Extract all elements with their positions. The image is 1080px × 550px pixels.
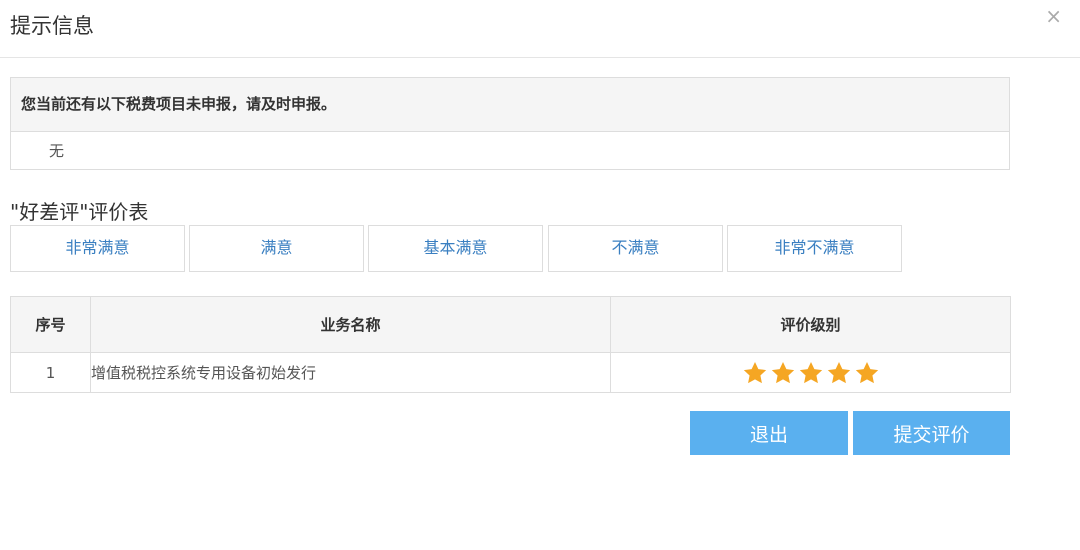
column-header-name: 业务名称 (90, 296, 611, 353)
notice-content: 无 (49, 142, 65, 160)
column-header-rating: 评价级别 (610, 296, 1011, 353)
row-index: 1 (10, 352, 91, 393)
rating-option-basically-satisfied[interactable]: 基本满意 (368, 225, 543, 272)
row-business-name: 增值税税控系统专用设备初始发行 (90, 352, 611, 393)
rating-option-satisfied[interactable]: 满意 (189, 225, 364, 272)
rating-option-very-dissatisfied[interactable]: 非常不满意 (727, 225, 902, 272)
table-header-row: 序号 业务名称 评价级别 (10, 296, 1011, 353)
close-icon[interactable]: × (1045, 6, 1062, 26)
rating-option-very-satisfied[interactable]: 非常满意 (10, 225, 185, 272)
rating-form-title: "好差评"评价表 (10, 200, 149, 224)
column-header-index: 序号 (10, 296, 91, 353)
rating-option-dissatisfied[interactable]: 不满意 (548, 225, 723, 272)
unfiled-notice-panel: 您当前还有以下税费项目未申报，请及时申报。 无 (10, 77, 1010, 170)
star-icon[interactable] (770, 360, 796, 386)
exit-button[interactable]: 退出 (690, 411, 848, 455)
submit-rating-button[interactable]: 提交评价 (853, 411, 1010, 455)
rating-table: 序号 业务名称 评价级别 1 增值税税控系统专用设备初始发行 (10, 296, 1011, 393)
star-icon[interactable] (798, 360, 824, 386)
row-rating-cell (610, 352, 1011, 393)
notice-heading: 您当前还有以下税费项目未申报，请及时申报。 (11, 78, 1009, 132)
table-row: 1 增值税税控系统专用设备初始发行 (10, 352, 1011, 393)
star-icon[interactable] (854, 360, 880, 386)
dialog-header: 提示信息 × (0, 0, 1080, 58)
dialog-title: 提示信息 (10, 14, 94, 38)
star-icon[interactable] (742, 360, 768, 386)
star-icon[interactable] (826, 360, 852, 386)
star-rating[interactable] (742, 360, 880, 386)
